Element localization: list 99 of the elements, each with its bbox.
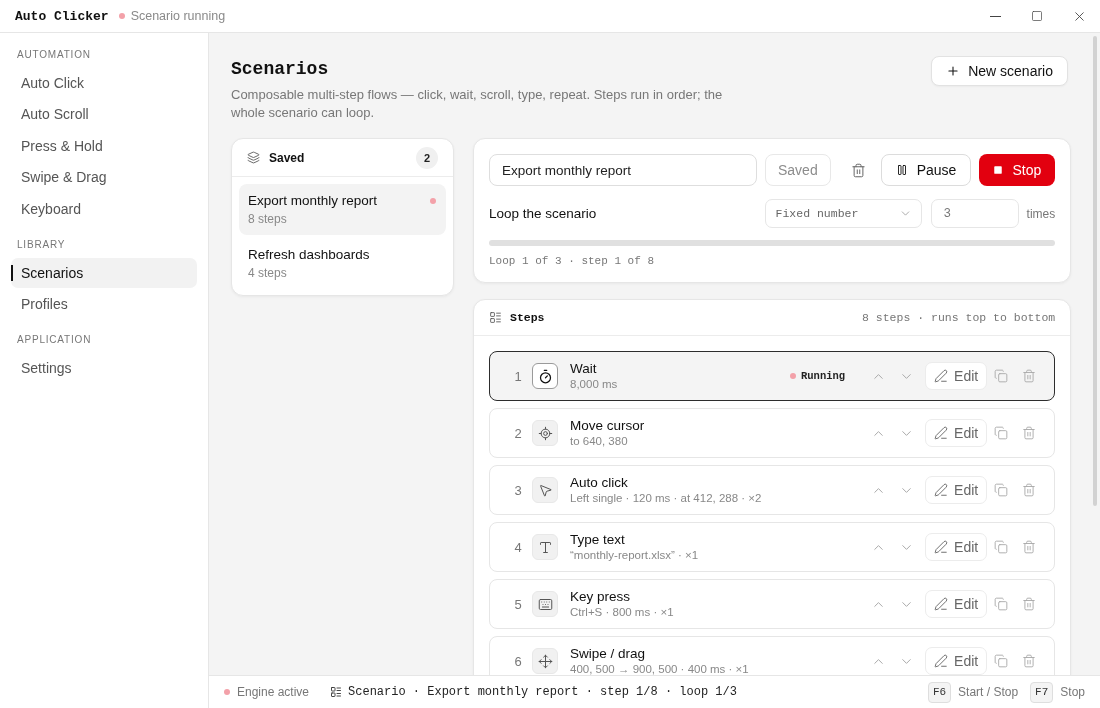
sidebar-item[interactable]: Auto Click — [11, 67, 197, 98]
trash-icon[interactable] — [1022, 654, 1037, 668]
status-dot-icon — [790, 373, 796, 379]
scenario-name-field[interactable]: Export monthly report — [489, 154, 757, 186]
step-detail: Left single · 120 ms · at 412, 288 · ×2 — [570, 491, 763, 506]
sidebar-item[interactable]: Auto Scroll — [11, 99, 197, 130]
step-number: 6 — [513, 653, 523, 669]
new-scenario-button[interactable]: New scenario — [931, 56, 1068, 86]
sidebar-item[interactable]: Keyboard — [11, 193, 197, 224]
steps-title: Steps — [510, 311, 545, 324]
count-badge: 2 — [416, 146, 438, 169]
step-title: Swipe / drag — [570, 645, 647, 662]
app-status: Scenario running — [130, 9, 226, 23]
copy-icon[interactable] — [994, 540, 1009, 554]
step-detail: to 640, 380 — [570, 434, 629, 449]
trash-icon[interactable] — [1022, 483, 1037, 497]
steps-summary: 8 steps · runs top to bottom — [862, 311, 1056, 324]
shortcut-label: Stop — [1060, 685, 1085, 699]
pause-button[interactable]: Pause — [880, 154, 972, 186]
step-detail: 8,000 ms — [570, 377, 619, 392]
edit-button[interactable]: Edit — [925, 590, 988, 618]
trash-icon[interactable] — [1022, 597, 1037, 611]
pencil-icon — [934, 483, 949, 497]
scenario-item[interactable]: Refresh dashboards 4 steps — [239, 238, 446, 289]
step-title: Key press — [570, 588, 632, 605]
pause-icon — [895, 164, 908, 176]
pencil-icon — [934, 369, 949, 383]
step-number: 5 — [513, 596, 523, 612]
scenario-name: Export monthly report — [248, 192, 379, 209]
step-detail: Ctrl+S · 800 ms · ×1 — [570, 605, 675, 620]
unit-label: times — [1026, 206, 1056, 221]
status-label: Running — [801, 370, 846, 382]
maximize-icon — [1031, 10, 1043, 22]
step-detail: “monthly-report.xlsx” · ×1 — [570, 548, 700, 563]
scenario-steps: 8 steps — [248, 212, 430, 227]
progress-text: Loop 1 of 3 · step 1 of 8 — [489, 254, 656, 268]
step-number: 1 — [513, 368, 523, 384]
sidebar-heading: AUTOMATION — [16, 48, 92, 62]
plus-icon — [946, 64, 961, 78]
step-title: Type text — [570, 531, 626, 548]
copy-icon[interactable] — [994, 654, 1009, 668]
sidebar-item[interactable]: Scenarios — [11, 257, 197, 288]
key-badge: F7 — [1030, 681, 1054, 703]
status-summary: Scenario · Export monthly report · step 1/8 · loop 1/3 — [348, 685, 737, 699]
pointer-icon — [532, 477, 558, 503]
copy-icon[interactable] — [994, 369, 1009, 383]
edit-button[interactable]: Edit — [925, 419, 988, 447]
edit-button[interactable]: Edit — [925, 647, 988, 675]
sidebar-item[interactable]: Profiles — [11, 289, 197, 320]
sidebar-item[interactable]: Swipe & Drag — [11, 162, 197, 193]
step-number: 4 — [513, 539, 523, 555]
list-icon — [330, 686, 343, 698]
step-detail: 400, 500 → 900, 500 · 400 ms · ×1 — [570, 662, 750, 675]
copy-icon[interactable] — [994, 426, 1009, 440]
page-title: Scenarios — [231, 58, 330, 81]
letter-t-icon — [532, 534, 558, 560]
crosshair-icon — [532, 420, 558, 446]
pencil-icon — [934, 540, 949, 554]
edit-button[interactable]: Edit — [925, 533, 988, 561]
step-title: Auto click — [570, 474, 629, 491]
layers-icon — [247, 151, 260, 164]
keyboard-icon — [532, 591, 558, 617]
trash-icon[interactable] — [851, 162, 867, 178]
scrollbar-thumb[interactable] — [1093, 36, 1097, 506]
shortcut-label: Start / Stop — [958, 685, 1019, 699]
pencil-icon — [934, 597, 949, 611]
stop-icon — [993, 165, 1004, 175]
loop-count-field[interactable]: 3 — [930, 199, 1019, 228]
scenario-item[interactable]: Export monthly report 8 steps — [239, 184, 446, 235]
scenario-steps: 4 steps — [248, 266, 436, 281]
pencil-icon — [934, 654, 949, 668]
step-number: 3 — [513, 482, 523, 498]
copy-icon[interactable] — [994, 483, 1009, 497]
trash-icon[interactable] — [1022, 426, 1037, 440]
key-badge: F6 — [927, 681, 952, 703]
trash-icon[interactable] — [1022, 369, 1037, 383]
sidebar-heading: APPLICATION — [16, 333, 93, 348]
scenario-name: Refresh dashboards — [248, 246, 371, 263]
copy-icon[interactable] — [994, 597, 1009, 611]
app-title: Auto Clicker — [15, 8, 109, 24]
step-number: 2 — [513, 425, 523, 441]
panel-title: Saved — [269, 150, 305, 165]
pencil-icon — [934, 426, 949, 440]
step-title: Move cursor — [570, 417, 646, 434]
edit-button[interactable]: Edit — [925, 476, 988, 504]
engine-status: Engine active — [237, 685, 310, 699]
minimize-icon — [989, 15, 1001, 17]
loop-label: Loop the scenario — [489, 206, 598, 221]
step-title: Wait — [570, 360, 598, 377]
sidebar-item[interactable]: Settings — [11, 352, 197, 383]
stopwatch-icon — [532, 363, 558, 389]
trash-icon[interactable] — [1022, 540, 1037, 554]
edit-button[interactable]: Edit — [925, 362, 988, 390]
loop-mode-select[interactable]: Fixed number — [764, 199, 922, 228]
list-icon — [489, 311, 502, 324]
page-description: Composable multi-step flows — click, wait, scroll, type, repeat. Steps run in order; the whole scenario can loop. — [231, 86, 724, 122]
sidebar-item[interactable]: Press & Hold — [11, 130, 197, 161]
sidebar-heading: LIBRARY — [16, 237, 67, 252]
stop-button[interactable]: Stop — [979, 154, 1056, 186]
